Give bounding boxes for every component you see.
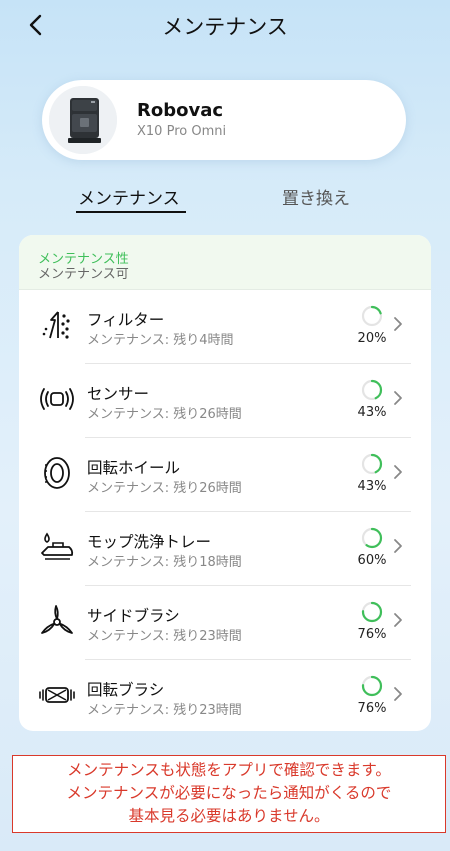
item-percent: 43% [357, 479, 387, 494]
item-remaining: メンテナンス: 残り18時間 [87, 555, 242, 570]
item-remaining: メンテナンス: 残り26時間 [87, 481, 242, 496]
list-item-sensor[interactable]: センサー メンテナンス: 残り26時間 43% [19, 365, 431, 438]
chevron-right-icon [392, 537, 404, 555]
progress-ring [361, 675, 383, 697]
item-remaining: メンテナンス: 残り23時間 [87, 629, 242, 644]
chevron-right-icon [392, 611, 404, 629]
divider [85, 437, 411, 438]
divider [85, 585, 411, 586]
status-header: メンテナンス性 メンテナンス可 [19, 235, 431, 290]
filter-icon [39, 307, 75, 343]
maintenance-panel: メンテナンス性 メンテナンス可 フィルター メンテナンス: 残り4時間 20% [19, 235, 431, 731]
active-tab-indicator [76, 211, 186, 213]
list-item-mop-tray[interactable]: モップ洗浄トレー メンテナンス: 残り18時間 60% [19, 513, 431, 586]
item-name: モップ洗浄トレー [87, 533, 212, 551]
status-subtitle: メンテナンス可 [38, 267, 129, 282]
chevron-right-icon [392, 389, 404, 407]
item-remaining: メンテナンス: 残り26時間 [87, 407, 242, 422]
progress-ring [361, 379, 383, 401]
item-remaining: メンテナンス: 残り23時間 [87, 703, 242, 718]
list-item-filter[interactable]: フィルター メンテナンス: 残り4時間 20% [19, 291, 431, 364]
divider [85, 659, 411, 660]
note-line: メンテナンスも状態をアプリで確認できます。 [67, 761, 391, 779]
item-remaining: メンテナンス: 残り4時間 [87, 333, 234, 348]
chevron-right-icon [392, 463, 404, 481]
device-image [49, 86, 117, 154]
item-name: 回転ブラシ [87, 681, 165, 699]
side-brush-icon [39, 603, 75, 639]
wheel-icon [39, 455, 75, 491]
item-percent: 76% [357, 627, 387, 642]
progress-ring [361, 453, 383, 475]
item-percent: 20% [357, 331, 387, 346]
chevron-right-icon [392, 685, 404, 703]
sensor-icon [39, 381, 75, 417]
tab-replacement[interactable]: 置き換え [282, 184, 350, 209]
progress-ring [361, 601, 383, 623]
device-model: X10 Pro Omni [137, 124, 227, 139]
divider [85, 363, 411, 364]
item-percent: 60% [357, 553, 387, 568]
mop-tray-icon [39, 529, 75, 565]
roller-brush-icon [39, 677, 75, 713]
progress-ring [361, 527, 383, 549]
note-line: メンテナンスが必要になったら通知がくるので [66, 784, 392, 802]
progress-ring [361, 305, 383, 327]
header: メンテナンス [0, 0, 450, 52]
item-name: センサー [87, 385, 150, 403]
list-item-roller-brush[interactable]: 回転ブラシ メンテナンス: 残り23時間 76% [19, 661, 431, 731]
device-name: Robovac [137, 100, 224, 121]
divider [85, 511, 411, 512]
item-percent: 76% [357, 701, 387, 716]
note-line: 基本見る必要はありません。 [128, 807, 330, 825]
item-percent: 43% [357, 405, 387, 420]
list-item-side-brush[interactable]: サイドブラシ メンテナンス: 残り23時間 76% [19, 587, 431, 660]
device-card[interactable]: Robovac X10 Pro Omni [42, 80, 406, 160]
item-name: フィルター [87, 311, 165, 329]
item-name: 回転ホイール [87, 459, 181, 477]
chevron-right-icon [392, 315, 404, 333]
list-item-wheel[interactable]: 回転ホイール メンテナンス: 残り26時間 43% [19, 439, 431, 512]
tab-maintenance[interactable]: メンテナンス [78, 184, 180, 209]
annotation-note: メンテナンスも状態をアプリで確認できます。 メンテナンスが必要になったら通知がく… [12, 755, 446, 833]
item-name: サイドブラシ [87, 607, 180, 625]
page-title: メンテナンス [162, 15, 288, 39]
